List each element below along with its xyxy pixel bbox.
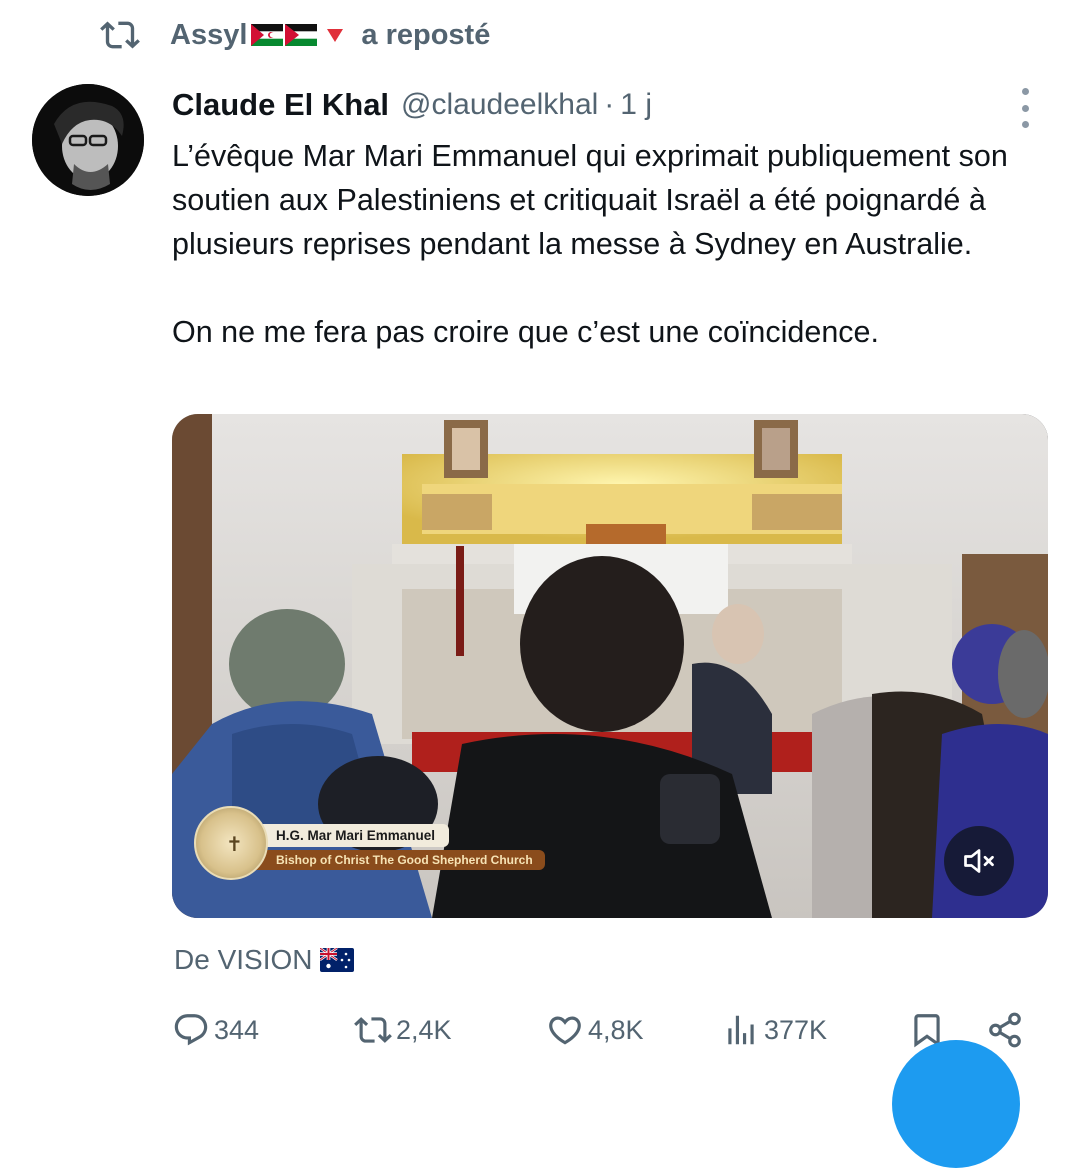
repost-icon [100,21,140,49]
author-handle[interactable]: @claudeelkhal [401,88,598,122]
tweet-timestamp[interactable]: 1 j [620,88,652,122]
tweet-header: Claude El Khal @claudeelkhal · 1 j [172,82,652,128]
lower-third-title: Bishop of Christ The Good Shepherd Churc… [256,850,545,870]
reply-button[interactable]: 344 [172,1006,259,1054]
church-seal-icon: ✝ [194,806,268,880]
heart-icon [549,1016,581,1045]
repost-count: 2,4K [396,1014,452,1045]
analytics-bars-icon [728,1015,754,1045]
author-avatar[interactable] [32,84,144,196]
reply-count: 344 [214,1014,260,1045]
video-player[interactable]: H.G. Mar Mari Emmanuel Bishop of Christ … [172,414,1048,918]
reposter-name[interactable]: Assyl [170,19,247,52]
avatar-photo [32,84,144,196]
reposter-emoji-flags [251,24,347,46]
share-icon [989,1012,1021,1048]
view-count: 377K [764,1014,828,1045]
repost-label: a reposté [361,18,491,51]
tweet-paragraph: L’évêque Mar Mari Emmanuel qui exprimait… [172,139,1008,261]
header-separator: · [604,88,615,121]
source-label[interactable]: De VISION [174,944,312,976]
tweet-paragraph: On ne me fera pas croire que c’est une c… [172,315,879,349]
repost-icon [354,1017,392,1043]
author-display-name[interactable]: Claude El Khal [172,87,389,123]
share-button[interactable] [986,1006,1024,1054]
tweet-text: L’évêque Mar Mari Emmanuel qui exprimait… [172,134,1052,354]
speaker-muted-icon [964,849,994,873]
palestine-flag-icon [285,24,318,46]
repost-context[interactable]: Assyl a reposté [100,14,490,56]
reply-icon [174,1014,208,1046]
repost-button[interactable]: 2,4K [354,1006,452,1054]
views-button[interactable]: 377K [722,1006,827,1054]
media-source[interactable]: De VISION [174,944,355,976]
australia-flag-icon [320,948,355,972]
western-sahara-flag-icon [251,24,284,46]
more-options-icon[interactable] [1013,88,1037,128]
compose-fab-button[interactable] [892,1040,1020,1168]
lower-third-name: H.G. Mar Mari Emmanuel [256,824,450,847]
unmute-button[interactable] [944,826,1014,896]
red-triangle-icon [327,28,344,42]
like-count: 4,8K [588,1014,644,1045]
like-button[interactable]: 4,8K [546,1006,644,1054]
tweet-action-bar: 344 2,4K 4,8K 377K [172,1006,1032,1054]
